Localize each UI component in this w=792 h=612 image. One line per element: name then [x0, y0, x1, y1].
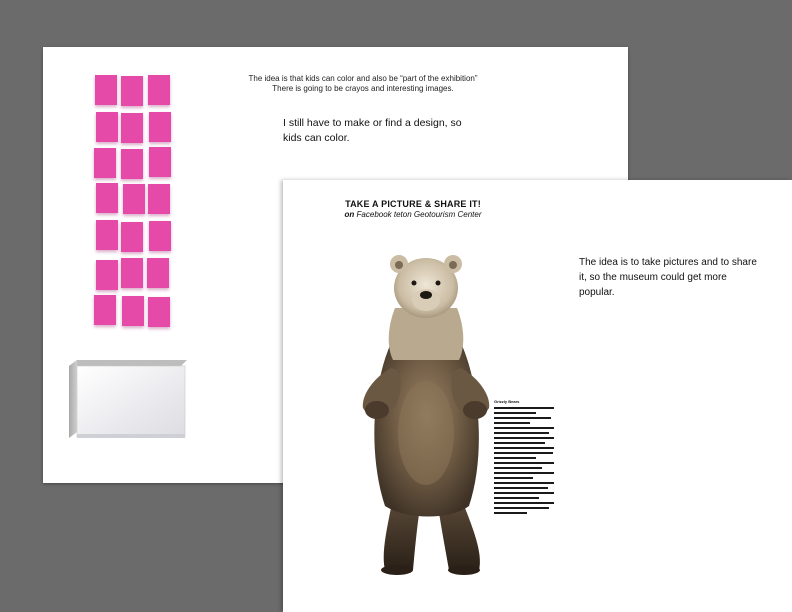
info-text-line	[494, 452, 553, 454]
share-subtitle-prefix: on	[344, 210, 355, 219]
sticky-note	[96, 112, 118, 142]
info-text-line	[494, 457, 536, 459]
info-text-line	[494, 497, 539, 499]
info-text-line	[494, 437, 554, 439]
sticky-note	[149, 112, 171, 142]
sticky-note	[148, 184, 170, 214]
page-share-photo: TAKE A PICTURE & SHARE IT! on Facebook t…	[283, 180, 792, 612]
info-text-line	[494, 502, 554, 504]
sticky-note	[147, 258, 169, 288]
sticky-note	[121, 113, 143, 143]
sticky-note	[122, 296, 144, 326]
info-text-line	[494, 407, 554, 409]
standing-bear-image	[362, 255, 490, 575]
sticky-note	[148, 297, 170, 327]
crayon-box	[69, 360, 187, 438]
sticky-note	[121, 222, 143, 252]
info-text-line	[494, 477, 533, 479]
sticky-note	[95, 75, 117, 105]
share-title: TAKE A PICTURE & SHARE IT!	[345, 199, 481, 209]
info-text-line	[494, 492, 554, 494]
bear-info-title: Grizzly Bears	[494, 399, 520, 404]
sticky-note	[148, 75, 170, 105]
share-subtitle: on Facebook teton Geotourism Center	[313, 210, 513, 219]
bear-info-text-block	[494, 407, 554, 514]
sticky-note	[121, 258, 143, 288]
info-text-line	[494, 427, 554, 429]
sticky-note	[121, 76, 143, 106]
info-text-line	[494, 462, 554, 464]
coloring-idea-line2: There is going to be crayos and interest…	[272, 84, 454, 93]
info-text-line	[494, 432, 550, 434]
sticky-note	[123, 184, 145, 214]
sticky-note	[96, 260, 118, 290]
sticky-note	[149, 221, 171, 251]
info-text-line	[494, 467, 542, 469]
info-text-line	[494, 417, 551, 419]
sticky-note	[94, 148, 116, 178]
info-text-line	[494, 507, 550, 509]
sticky-note	[96, 183, 118, 213]
info-text-line	[494, 442, 545, 444]
info-text-line	[494, 472, 554, 474]
design-note-text: I still have to make or find a design, s…	[283, 117, 462, 144]
info-text-line	[494, 487, 548, 489]
sticky-note	[94, 295, 116, 325]
info-text-line	[494, 447, 554, 449]
coloring-idea-line1: The idea is that kids can color and also…	[248, 74, 478, 83]
share-subtitle-rest: Facebook teton Geotourism Center	[356, 210, 482, 219]
sticky-note	[149, 147, 171, 177]
info-text-line	[494, 422, 530, 424]
info-text-line	[494, 512, 527, 514]
coloring-idea-text: The idea is that kids can color and also…	[203, 74, 523, 94]
sticky-note	[121, 149, 143, 179]
bear-info-panel: Grizzly Bears	[494, 399, 554, 517]
sticky-note	[96, 220, 118, 250]
info-text-line	[494, 482, 554, 484]
share-note-text: The idea is to take pictures and to shar…	[579, 257, 757, 298]
info-text-line	[494, 412, 536, 414]
